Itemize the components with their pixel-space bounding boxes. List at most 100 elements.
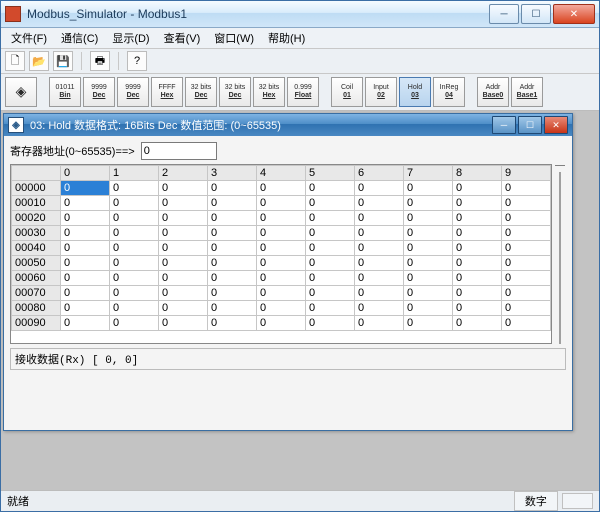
grid-cell[interactable]: 0 [306, 196, 355, 211]
grid-cell[interactable]: 0 [110, 211, 159, 226]
grid-cell[interactable]: 0 [453, 301, 502, 316]
grid-cell[interactable]: 0 [61, 181, 110, 196]
grid-cell[interactable]: 0 [208, 286, 257, 301]
grid-col-header[interactable]: 2 [159, 166, 208, 181]
mdi-minimize-button[interactable]: ─ [492, 116, 516, 134]
fmt-float-button[interactable]: 0.999Float [287, 77, 319, 107]
grid-cell[interactable]: 0 [453, 286, 502, 301]
mdi-close-button[interactable]: ✕ [544, 116, 568, 134]
grid-cell[interactable]: 0 [257, 301, 306, 316]
titlebar[interactable]: Modbus_Simulator - Modbus1 ─ ☐ ✕ [1, 1, 599, 28]
grid-col-header[interactable]: 7 [404, 166, 453, 181]
reg-input-button[interactable]: Input02 [365, 77, 397, 107]
grid-cell[interactable]: 0 [404, 196, 453, 211]
grid-cell[interactable]: 0 [502, 226, 551, 241]
grid-cell[interactable]: 0 [502, 316, 551, 331]
grid-cell[interactable]: 0 [502, 181, 551, 196]
grid-row-header[interactable]: 00040 [12, 241, 61, 256]
grid-cell[interactable]: 0 [404, 181, 453, 196]
grid-cell[interactable]: 0 [159, 316, 208, 331]
addr-base1-button[interactable]: AddrBase1 [511, 77, 543, 107]
grid-cell[interactable]: 0 [208, 226, 257, 241]
grid-cell[interactable]: 0 [306, 181, 355, 196]
grid-cell[interactable]: 0 [306, 226, 355, 241]
grid-cell[interactable]: 0 [306, 286, 355, 301]
grid-cell[interactable]: 0 [110, 286, 159, 301]
grid-cell[interactable]: 0 [355, 241, 404, 256]
grid-row-header[interactable]: 00060 [12, 271, 61, 286]
grid-cell[interactable]: 0 [306, 211, 355, 226]
fmt-bin-button[interactable]: 01011Bin [49, 77, 81, 107]
save-icon[interactable]: 💾 [53, 51, 73, 71]
reg-inreg-button[interactable]: InReg04 [433, 77, 465, 107]
grid-cell[interactable]: 0 [61, 256, 110, 271]
fmt-32hex-button[interactable]: 32 bitsHex [253, 77, 285, 107]
grid-cell[interactable]: 0 [355, 196, 404, 211]
grid-cell[interactable]: 0 [61, 301, 110, 316]
grid-cell[interactable]: 0 [208, 301, 257, 316]
menu-window[interactable]: 窗口(W) [208, 28, 260, 48]
grid-cell[interactable]: 0 [453, 256, 502, 271]
grid-cell[interactable]: 0 [453, 271, 502, 286]
grid-cell[interactable]: 0 [61, 271, 110, 286]
fmt-32dec-signed-button[interactable]: 32 bitsDec [219, 77, 251, 107]
grid-cell[interactable]: 0 [355, 226, 404, 241]
grid-cell[interactable]: 0 [257, 256, 306, 271]
grid-cell[interactable]: 0 [453, 211, 502, 226]
grid-cell[interactable]: 0 [355, 271, 404, 286]
grid-cell[interactable]: 0 [404, 286, 453, 301]
grid-row-header[interactable]: 00020 [12, 211, 61, 226]
grid-cell[interactable]: 0 [208, 316, 257, 331]
grid-cell[interactable]: 0 [306, 256, 355, 271]
grid-cell[interactable]: 0 [159, 271, 208, 286]
grid-cell[interactable]: 0 [502, 211, 551, 226]
grid-cell[interactable]: 0 [257, 181, 306, 196]
grid-cell[interactable]: 0 [159, 286, 208, 301]
grid-cell[interactable]: 0 [355, 316, 404, 331]
grid-cell[interactable]: 0 [502, 256, 551, 271]
address-input[interactable] [141, 142, 217, 160]
grid-cell[interactable]: 0 [110, 181, 159, 196]
grid-cell[interactable]: 0 [208, 241, 257, 256]
grid-cell[interactable]: 0 [257, 286, 306, 301]
grid-cell[interactable]: 0 [110, 301, 159, 316]
grid-cell[interactable]: 0 [159, 181, 208, 196]
grid-cell[interactable]: 0 [257, 271, 306, 286]
grid-cell[interactable]: 0 [453, 226, 502, 241]
addr-base0-button[interactable]: AddrBase0 [477, 77, 509, 107]
grid-row-header[interactable]: 00050 [12, 256, 61, 271]
grid-cell[interactable]: 0 [306, 271, 355, 286]
grid-col-header[interactable]: 6 [355, 166, 404, 181]
grid-cell[interactable]: 0 [355, 301, 404, 316]
grid-cell[interactable]: 0 [502, 241, 551, 256]
grid-cell[interactable]: 0 [110, 256, 159, 271]
grid-cell[interactable]: 0 [159, 211, 208, 226]
value-slider[interactable] [554, 164, 566, 344]
grid-cell[interactable]: 0 [453, 181, 502, 196]
logo-icon[interactable]: ◈ [5, 77, 37, 107]
grid-cell[interactable]: 0 [159, 226, 208, 241]
reg-hold-button[interactable]: Hold03 [399, 77, 431, 107]
grid-cell[interactable]: 0 [404, 256, 453, 271]
grid-row-header[interactable]: 00090 [12, 316, 61, 331]
grid-cell[interactable]: 0 [306, 301, 355, 316]
menu-file[interactable]: 文件(F) [5, 28, 53, 48]
grid-cell[interactable]: 0 [208, 271, 257, 286]
grid-cell[interactable]: 0 [355, 211, 404, 226]
grid-cell[interactable]: 0 [208, 211, 257, 226]
grid-cell[interactable]: 0 [257, 211, 306, 226]
grid-cell[interactable]: 0 [110, 196, 159, 211]
grid-col-header[interactable]: 5 [306, 166, 355, 181]
grid-col-header[interactable]: 1 [110, 166, 159, 181]
fmt-hex-button[interactable]: FFFFHex [151, 77, 183, 107]
grid-cell[interactable]: 0 [159, 196, 208, 211]
grid-cell[interactable]: 0 [208, 181, 257, 196]
grid-row-header[interactable]: 00000 [12, 181, 61, 196]
grid-col-header[interactable]: 3 [208, 166, 257, 181]
grid-row-header[interactable]: 00010 [12, 196, 61, 211]
mdi-titlebar[interactable]: ◈ 03: Hold 数据格式: 16Bits Dec 数值范围: (0~655… [4, 114, 572, 136]
grid-cell[interactable]: 0 [257, 241, 306, 256]
grid-cell[interactable]: 0 [110, 226, 159, 241]
grid-cell[interactable]: 0 [257, 196, 306, 211]
menu-display[interactable]: 显示(D) [106, 28, 155, 48]
